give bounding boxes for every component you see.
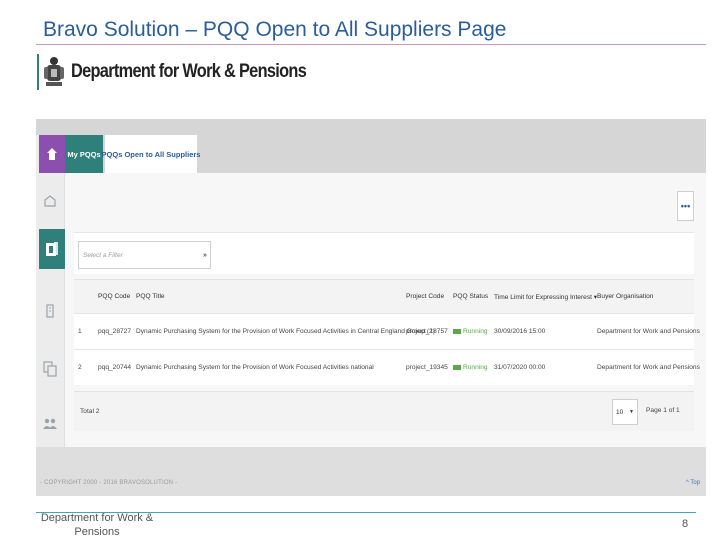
header-project-code[interactable]: Project Code xyxy=(406,293,444,300)
header-pqq-title[interactable]: PQQ Title xyxy=(136,293,165,300)
building-icon xyxy=(46,304,54,318)
logo-bar xyxy=(37,54,39,90)
running-status-icon xyxy=(453,365,461,370)
dashboard-icon xyxy=(44,195,56,207)
back-to-top-link[interactable]: ^ Top xyxy=(686,480,700,486)
status-text: Running xyxy=(463,364,488,371)
tab-my-pqqs[interactable]: My PQQs xyxy=(65,135,103,173)
project-code-cell: project_19345 xyxy=(406,364,448,371)
table-row[interactable]: 2 pqq_20744 Dynamic Purchasing System fo… xyxy=(74,349,700,385)
row-index: 1 xyxy=(78,328,82,335)
header-pqq-code[interactable]: PQQ Code xyxy=(98,293,130,300)
sidebar-buildings[interactable] xyxy=(36,291,64,331)
status-badge: Running xyxy=(453,364,488,371)
status-text: Running xyxy=(463,328,488,335)
app-screenshot: My PQQs PQQs Open to All Suppliers ••• S… xyxy=(36,119,706,496)
header-time-limit[interactable]: Time Limit for Expressing Interest ▾ xyxy=(494,293,597,301)
page-number: 8 xyxy=(682,518,689,530)
dropdown-arrow-icon: ▼ xyxy=(629,409,634,415)
title-divider xyxy=(36,44,706,45)
documents-icon xyxy=(43,361,57,377)
users-icon xyxy=(43,418,57,429)
time-limit-cell: 31/07/2020 00:00 xyxy=(494,364,546,371)
time-limit-cell: 30/09/2016 15:00 xyxy=(494,328,546,335)
table-footer: Total 2 10 ▼ Page 1 of 1 xyxy=(74,391,694,431)
dwp-logo: Department for Work & Pensions xyxy=(37,52,344,92)
tab-pqqs-open-to-all[interactable]: PQQs Open to All Suppliers xyxy=(102,135,200,173)
row-index: 2 xyxy=(78,364,82,371)
logo-text: Department for Work & Pensions xyxy=(71,61,307,82)
filter-select[interactable]: Select a Filter » xyxy=(78,241,211,269)
pqq-table: PQQ Code PQQ Title Project Code PQQ Stat… xyxy=(74,279,700,385)
table-header: PQQ Code PQQ Title Project Code PQQ Stat… xyxy=(74,279,694,313)
chevron-down-icon: » xyxy=(203,251,207,259)
pqq-code-cell[interactable]: pqq_20744 xyxy=(98,364,131,371)
status-badge: Running xyxy=(453,328,488,335)
buyer-cell: Department for Work and Pensions xyxy=(597,364,700,371)
sidebar-documents[interactable] xyxy=(36,349,64,389)
project-code-cell: project_18757 xyxy=(406,328,448,335)
copyright-text: - COPYRIGHT 2000 - 2016 BRAVOSOLUTION - xyxy=(40,480,178,486)
pqq-title-cell[interactable]: Dynamic Purchasing System for the Provis… xyxy=(136,328,435,335)
home-icon xyxy=(47,148,57,160)
royal-crest-icon xyxy=(44,57,64,86)
page-size-value: 10 xyxy=(616,408,624,416)
header-pqq-status[interactable]: PQQ Status xyxy=(453,293,488,300)
pqq-code-cell[interactable]: pqq_28727 xyxy=(98,328,131,335)
table-row[interactable]: 1 pqq_28727 Dynamic Purchasing System fo… xyxy=(74,313,700,349)
pqq-title-cell[interactable]: Dynamic Purchasing System for the Provis… xyxy=(136,364,374,371)
sidebar-home[interactable] xyxy=(39,135,65,173)
pqq-icon xyxy=(46,242,58,256)
sidebar-dashboard[interactable] xyxy=(36,181,64,221)
more-options-button[interactable]: ••• xyxy=(677,191,694,221)
total-count: Total 2 xyxy=(80,408,100,415)
footer-organisation: Department for Work & Pensions xyxy=(40,512,154,538)
slide-title: Bravo Solution – PQQ Open to All Supplie… xyxy=(43,18,507,41)
running-status-icon xyxy=(453,329,461,334)
sidebar-users[interactable] xyxy=(36,404,64,444)
filter-placeholder: Select a Filter xyxy=(83,251,123,259)
buyer-cell: Department for Work and Pensions xyxy=(597,328,700,335)
sidebar-pqq[interactable] xyxy=(39,229,65,269)
header-buyer-organisation[interactable]: Buyer Organisation xyxy=(597,293,653,300)
page-size-select[interactable]: 10 ▼ xyxy=(612,399,638,425)
page-info: Page 1 of 1 xyxy=(646,407,680,414)
